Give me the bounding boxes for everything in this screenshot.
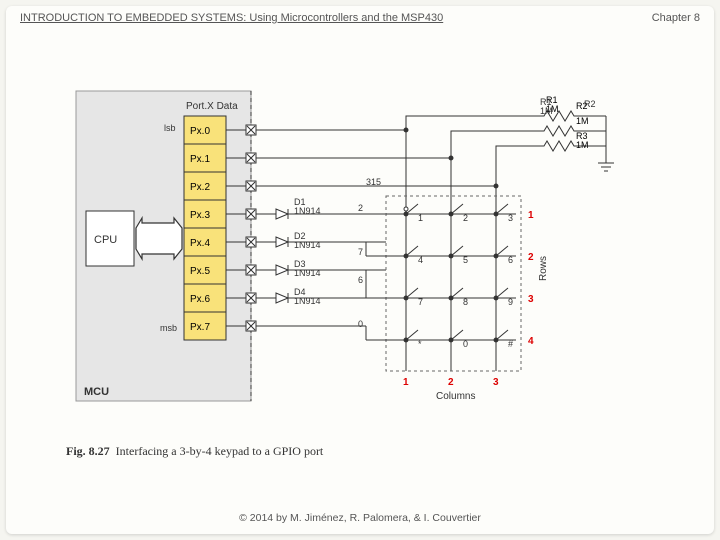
- resistors: [536, 111, 614, 171]
- svg-text:2: 2: [463, 213, 468, 223]
- svg-text:2: 2: [358, 203, 363, 213]
- circuit-svg: MCU CPU Port.X Data Px.0 Px.1 Px.2 Px.3 …: [66, 56, 646, 486]
- svg-text:7: 7: [358, 247, 363, 257]
- svg-text:1: 1: [403, 377, 409, 388]
- svg-text:6: 6: [508, 255, 513, 265]
- svg-text:2: 2: [448, 377, 454, 388]
- slide-card: INTRODUCTION TO EMBEDDED SYSTEMS: Using …: [6, 6, 714, 534]
- rows-label: Rows: [538, 256, 549, 281]
- svg-text:1M: 1M: [576, 140, 589, 150]
- keypad-switches: [346, 214, 516, 340]
- svg-text:9: 9: [508, 297, 513, 307]
- port-header: Port.X Data: [186, 101, 238, 112]
- svg-text:R2: R2: [584, 99, 596, 109]
- svg-text:3: 3: [493, 377, 499, 388]
- svg-text:8: 8: [463, 297, 468, 307]
- slide-header: INTRODUCTION TO EMBEDDED SYSTEMS: Using …: [20, 12, 700, 24]
- svg-text:Px.0: Px.0: [190, 126, 210, 137]
- lsb-label: lsb: [164, 123, 176, 133]
- svg-text:1N914: 1N914: [294, 268, 321, 278]
- svg-text:Px.2: Px.2: [190, 182, 210, 193]
- mcu-label: MCU: [84, 386, 109, 398]
- svg-text:1M: 1M: [540, 106, 553, 116]
- svg-text:#: #: [508, 339, 513, 349]
- svg-text:Px.4: Px.4: [190, 238, 210, 249]
- svg-text:5: 5: [463, 255, 468, 265]
- svg-text:1: 1: [528, 210, 534, 221]
- book-title: INTRODUCTION TO EMBEDDED SYSTEMS: Using …: [20, 12, 443, 24]
- msb-label: msb: [160, 323, 177, 333]
- cpu-label: CPU: [94, 234, 117, 246]
- svg-text:1M: 1M: [576, 116, 589, 126]
- chapter-label: Chapter 8: [652, 12, 700, 24]
- svg-text:1N914: 1N914: [294, 240, 321, 250]
- cols-label: Columns: [436, 391, 475, 402]
- keys: [404, 204, 508, 342]
- circuit-figure: MCU CPU Port.X Data Px.0 Px.1 Px.2 Px.3 …: [66, 56, 646, 486]
- svg-text:Px.7: Px.7: [190, 322, 210, 333]
- svg-text:2: 2: [528, 252, 534, 263]
- svg-text:0: 0: [463, 339, 468, 349]
- svg-text:3: 3: [528, 294, 534, 305]
- bus-arrow: [136, 218, 182, 259]
- port-pins: Px.0 Px.1 Px.2 Px.3 Px.4 Px.5 Px.6 Px.7: [184, 116, 226, 340]
- svg-text:7: 7: [418, 297, 423, 307]
- figure-caption: Fig. 8.27 Interfacing a 3-by-4 keypad to…: [66, 444, 323, 459]
- svg-text:4: 4: [418, 255, 423, 265]
- svg-text:3: 3: [508, 213, 513, 223]
- wire-315: 315: [366, 177, 381, 187]
- svg-text:Px.1: Px.1: [190, 154, 210, 165]
- svg-text:Px.3: Px.3: [190, 210, 210, 221]
- copyright-footer: © 2014 by M. Jiménez, R. Palomera, & I. …: [6, 512, 714, 524]
- svg-text:*: *: [418, 339, 422, 349]
- svg-text:0: 0: [358, 319, 363, 329]
- svg-text:1N914: 1N914: [294, 296, 321, 306]
- svg-text:Px.6: Px.6: [190, 294, 210, 305]
- svg-text:1: 1: [418, 213, 423, 223]
- svg-text:6: 6: [358, 275, 363, 285]
- svg-text:4: 4: [528, 336, 534, 347]
- svg-text:Px.5: Px.5: [190, 266, 210, 277]
- svg-text:1N914: 1N914: [294, 206, 321, 216]
